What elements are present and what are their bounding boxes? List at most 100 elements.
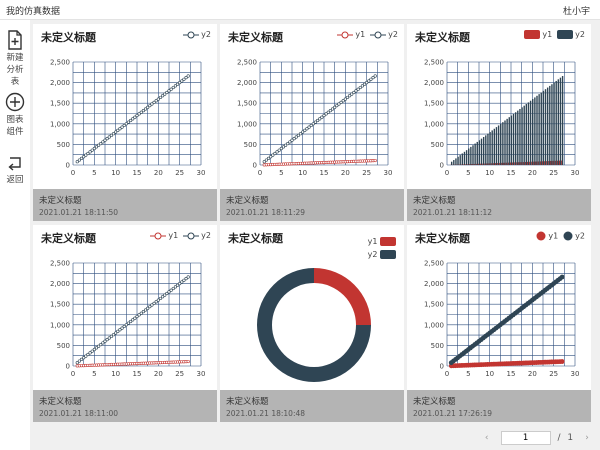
x-tick-label: 30 bbox=[384, 169, 393, 177]
bar-y2 bbox=[480, 138, 483, 165]
x-tick-label: 0 bbox=[71, 370, 75, 378]
chart-card[interactable]: 未定义标题 y1 y2 0 5 10 15 20 25 30 0 500 1,000 1,500 2,0… bbox=[407, 225, 591, 422]
x-tick-label: 20 bbox=[341, 169, 350, 177]
point-y2 bbox=[186, 275, 190, 279]
legend-rect-icon bbox=[524, 30, 541, 39]
legend-rect-icon bbox=[557, 30, 574, 39]
bar-y2 bbox=[557, 79, 560, 165]
page-number-input[interactable] bbox=[500, 431, 551, 445]
bar-y2 bbox=[493, 128, 496, 165]
new-file-icon bbox=[8, 30, 22, 50]
pie-slice-y1 bbox=[314, 268, 371, 325]
y-tick-label: 1,000 bbox=[50, 120, 70, 128]
y-tick-label: 2,500 bbox=[50, 59, 70, 67]
legend-item-y1[interactable]: y1 bbox=[150, 231, 178, 240]
x-tick-label: 20 bbox=[528, 169, 537, 177]
x-tick-label: 0 bbox=[445, 370, 449, 378]
y-tick-label: 2,000 bbox=[50, 280, 70, 288]
legend-item-y2[interactable]: y2 bbox=[370, 30, 398, 39]
chart-legend[interactable]: y1 y2 bbox=[531, 231, 585, 243]
chart-card[interactable]: 未定义标题 y1 y2 0 5 10 15 20 25 30 0 500 1,000 1,500 2,0… bbox=[33, 225, 217, 422]
legend-item-y2[interactable]: y2 bbox=[183, 30, 211, 39]
legend-label: y1 bbox=[542, 30, 553, 39]
bar-y2 bbox=[559, 77, 562, 165]
page-separator: / bbox=[557, 433, 561, 443]
y-tick-label: 1,500 bbox=[50, 100, 70, 108]
point-y1 bbox=[186, 359, 190, 364]
chart-plot[interactable]: 0 5 10 15 20 25 30 0 500 1,000 1,500 2,000 2,500 bbox=[33, 46, 217, 186]
bar-y2 bbox=[555, 80, 557, 165]
return-button[interactable]: 返回 bbox=[0, 156, 30, 186]
bar-y2 bbox=[504, 120, 506, 165]
y-tick-label: 0 bbox=[66, 363, 70, 371]
bar-y2 bbox=[485, 135, 487, 165]
new-analysis-button[interactable]: 新建分析表 bbox=[0, 30, 30, 88]
bar-y2 bbox=[478, 140, 481, 165]
timestamp: 2021.01.21 18:11:29 bbox=[226, 208, 306, 217]
x-tick-label: 25 bbox=[175, 370, 184, 378]
legend-item-y1[interactable]: y1 bbox=[536, 231, 558, 241]
y-tick-label: 0 bbox=[440, 162, 444, 170]
bar-y2 bbox=[525, 104, 528, 165]
chart-card[interactable]: 未定义标题 y2 0 5 10 15 20 25 30 0 500 1,000 1,500 2,000… bbox=[33, 24, 217, 221]
legend-label: y1 bbox=[548, 231, 559, 241]
pagination: ‹ / 1 › bbox=[480, 431, 594, 447]
card-title: 未定义标题 bbox=[228, 232, 283, 245]
legend-dot-icon bbox=[536, 231, 546, 241]
chart-card[interactable]: 未定义标题 y1 y2 未定义标题 2021.01.21 18:10:48 bbox=[220, 225, 404, 422]
chart-plot[interactable]: 0 5 10 15 20 25 30 0 500 1,000 1,500 2,000 2,500 bbox=[220, 46, 404, 186]
bar-y2 bbox=[500, 123, 502, 165]
legend-item-y2[interactable]: y2 bbox=[563, 231, 585, 241]
y-tick-label: 1,500 bbox=[424, 301, 444, 309]
y-tick-label: 2,000 bbox=[237, 79, 257, 87]
point-y2 bbox=[186, 74, 190, 78]
legend-dot-icon bbox=[563, 231, 573, 241]
x-tick-label: 20 bbox=[528, 370, 537, 378]
chart-plot[interactable]: 0 5 10 15 20 25 30 0 500 1,000 1,500 2,000 2,500 bbox=[33, 247, 217, 387]
chart-plot[interactable]: 0 5 10 15 20 25 30 0 500 1,000 1,500 2,000 2,500 bbox=[407, 247, 591, 387]
x-tick-label: 30 bbox=[571, 169, 580, 177]
y-tick-label: 500 bbox=[57, 141, 70, 149]
legend-item-y1[interactable]: y1 bbox=[524, 30, 552, 39]
x-tick-label: 5 bbox=[92, 370, 96, 378]
chart-card[interactable]: 未定义标题 y1 y2 0 5 10 15 20 25 30 0 500 1,000 1,500 2,0… bbox=[407, 24, 591, 221]
sidebar-item-label: 图表组件 bbox=[6, 115, 24, 137]
prev-page-button[interactable]: ‹ bbox=[480, 433, 494, 443]
card-title: 未定义标题 bbox=[41, 31, 96, 44]
card-title: 未定义标题 bbox=[41, 232, 96, 245]
bar-y2 bbox=[529, 100, 532, 165]
bar-y2 bbox=[457, 156, 459, 165]
y-tick-label: 2,500 bbox=[424, 260, 444, 268]
legend-line-icon bbox=[370, 31, 387, 38]
legend-item-y1[interactable]: y1 bbox=[337, 30, 365, 39]
footer-title: 未定义标题 bbox=[39, 196, 82, 206]
dashboard-grid: 未定义标题 y2 0 5 10 15 20 25 30 0 500 1,000 1,500 2,000… bbox=[30, 20, 600, 450]
chart-legend[interactable]: y1 y2 bbox=[332, 30, 398, 42]
chart-legend[interactable]: y1 y2 bbox=[145, 231, 211, 243]
y-tick-label: 2,500 bbox=[237, 59, 257, 67]
y-tick-label: 500 bbox=[431, 342, 444, 350]
legend-item-y1[interactable]: y1 bbox=[368, 237, 398, 246]
y-tick-label: 1,000 bbox=[237, 120, 257, 128]
y-tick-label: 500 bbox=[431, 141, 444, 149]
bar-y2 bbox=[542, 90, 545, 165]
chart-legend[interactable]: y1 y2 bbox=[519, 30, 585, 42]
chart-plot[interactable]: 0 5 10 15 20 25 30 0 500 1,000 1,500 2,000 2,500 bbox=[407, 46, 591, 186]
chart-legend[interactable]: y2 bbox=[178, 30, 211, 42]
card-footer: 未定义标题 2021.01.21 18:11:50 bbox=[33, 189, 217, 221]
legend-rect-icon bbox=[380, 237, 396, 246]
bar-y2 bbox=[461, 153, 464, 165]
bar-y2 bbox=[549, 85, 551, 165]
legend-item-y2[interactable]: y2 bbox=[183, 231, 211, 240]
chart-card[interactable]: 未定义标题 y1 y2 0 5 10 15 20 25 30 0 500 1,000 1,500 2,0… bbox=[220, 24, 404, 221]
legend-item-y2[interactable]: y2 bbox=[557, 30, 585, 39]
next-page-button[interactable]: › bbox=[580, 433, 594, 443]
legend-label: y1 bbox=[355, 30, 366, 39]
chart-components-button[interactable]: 图表组件 bbox=[0, 92, 30, 138]
timestamp: 2021.01.21 18:11:00 bbox=[39, 409, 119, 418]
user-name[interactable]: 杜小宇 bbox=[563, 4, 590, 17]
chart-plot[interactable] bbox=[220, 247, 404, 387]
return-icon bbox=[8, 157, 21, 171]
x-tick-label: 10 bbox=[298, 169, 307, 177]
x-tick-label: 25 bbox=[549, 169, 558, 177]
